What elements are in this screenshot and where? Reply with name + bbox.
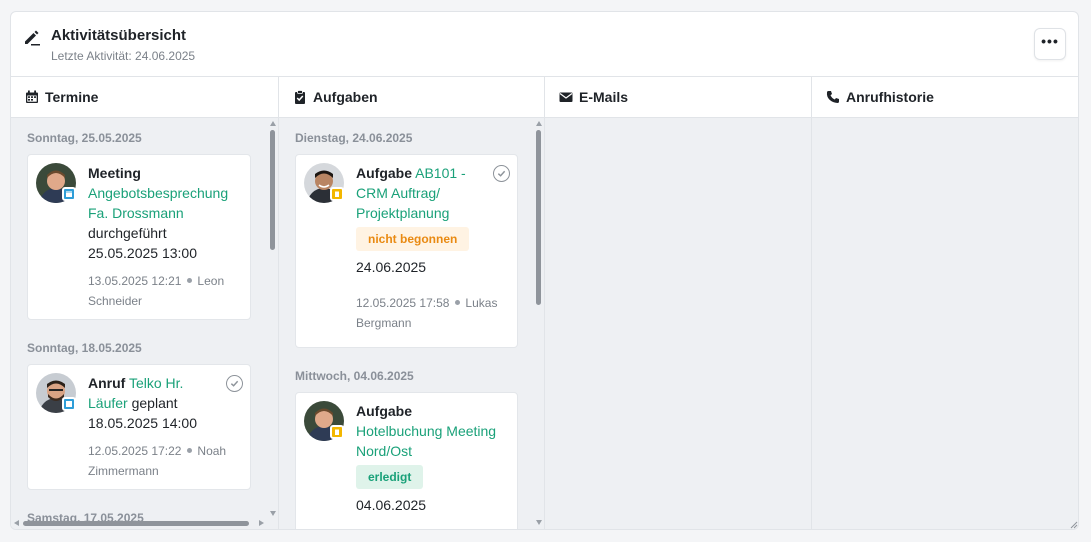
column-aufgaben: Aufgaben Dienstag, 24.06.2025 Aufgabe AB…: [279, 77, 545, 529]
date-group-label: Dienstag, 24.06.2025: [295, 131, 413, 145]
aufgaben-list[interactable]: Dienstag, 24.06.2025 Aufgabe AB101 - CRM…: [279, 118, 544, 529]
activity-type: Meeting: [88, 165, 141, 181]
date-group-label: Mittwoch, 04.06.2025: [295, 369, 414, 383]
column-header-anrufhistorie: Anrufhistorie: [812, 77, 1078, 118]
activity-meta: 12.05.2025 17:22 Noah Zimmermann: [88, 441, 240, 481]
activity-type: Aufgabe: [356, 165, 412, 181]
calls-list[interactable]: [812, 118, 1078, 529]
ellipsis-icon: •••: [1041, 33, 1059, 49]
separator-dot: [455, 300, 461, 305]
list-item[interactable]: Aufgabe Hotelbuchung Meeting Nord/Ost er…: [295, 392, 518, 529]
column-anrufhistorie: Anrufhistorie: [812, 77, 1078, 529]
date-group-label: Sonntag, 25.05.2025: [27, 131, 142, 145]
separator-dot: [187, 278, 193, 283]
status-badge: erledigt: [356, 465, 424, 489]
column-termine: Termine Sonntag, 25.05.2025 Meeting Ange…: [11, 77, 279, 529]
activity-columns: Termine Sonntag, 25.05.2025 Meeting Ange…: [11, 77, 1078, 529]
check-circle-icon[interactable]: [493, 165, 510, 182]
scroll-up-arrow[interactable]: [270, 121, 276, 126]
column-header-aufgaben: Aufgaben: [279, 77, 544, 118]
created-timestamp: 12.05.2025 17:58: [356, 296, 450, 310]
activity-state: durchgeführt: [88, 225, 167, 241]
column-header-termine: Termine: [11, 77, 278, 118]
activity-subject-link[interactable]: Angebotsbesprechung Fa. Drossmann: [88, 183, 240, 223]
termine-list[interactable]: Sonntag, 25.05.2025 Meeting Angebotsbesp…: [11, 118, 278, 529]
card-content: Meeting Angebotsbesprechung Fa. Drossman…: [88, 163, 240, 311]
scroll-up-arrow[interactable]: [536, 121, 542, 126]
card-content: Aufgabe Hotelbuchung Meeting Nord/Ost er…: [356, 401, 507, 515]
column-label: E-Mails: [579, 89, 629, 105]
activity-meta: 12.05.2025 17:58 Lukas Bergmann: [356, 293, 507, 333]
scroll-right-arrow[interactable]: [259, 520, 264, 526]
calendar-icon: [26, 90, 38, 103]
check-circle-icon[interactable]: [226, 375, 243, 392]
created-timestamp: 12.05.2025 17:22: [88, 444, 182, 458]
activity-type: Anruf: [88, 375, 126, 391]
envelope-icon: [559, 92, 573, 102]
vertical-scrollbar[interactable]: [536, 130, 541, 305]
activity-datetime: 25.05.2025 13:00: [88, 245, 197, 261]
column-label: Anrufhistorie: [846, 89, 934, 105]
calendar-badge-icon: [62, 187, 76, 201]
vertical-scrollbar[interactable]: [270, 130, 275, 250]
created-timestamp: 13.05.2025 12:21: [88, 274, 182, 288]
task-badge-icon: [330, 187, 344, 201]
separator-dot: [187, 448, 193, 453]
emails-list[interactable]: [545, 118, 811, 529]
activity-datetime: 18.05.2025 14:00: [88, 415, 197, 431]
activity-meta: 13.05.2025 12:21 Leon Schneider: [88, 271, 240, 311]
scroll-down-arrow[interactable]: [270, 511, 276, 516]
scroll-left-arrow[interactable]: [14, 520, 19, 526]
date-group-label: Sonntag, 18.05.2025: [27, 341, 142, 355]
due-date: 04.06.2025: [356, 497, 427, 513]
activity-panel: Aktivitätsübersicht Letzte Aktivität: 24…: [10, 11, 1079, 530]
column-header-emails: E-Mails: [545, 77, 811, 118]
column-label: Aufgaben: [313, 89, 378, 105]
activity-state: geplant: [131, 395, 178, 411]
phone-icon: [826, 91, 839, 103]
calendar-badge-icon: [62, 397, 76, 411]
panel-header: Aktivitätsübersicht Letzte Aktivität: 24…: [11, 12, 1078, 77]
column-label: Termine: [45, 89, 99, 105]
clipboard-check-icon: [295, 90, 305, 104]
resize-handle-icon[interactable]: [1070, 521, 1078, 529]
status-badge: nicht begonnen: [356, 227, 470, 251]
pen-icon: [25, 30, 40, 46]
list-item[interactable]: Aufgabe AB101 - CRM Auftrag/ Projektplan…: [295, 154, 518, 348]
list-item[interactable]: Meeting Angebotsbesprechung Fa. Drossman…: [27, 154, 251, 320]
activity-subject-link[interactable]: Hotelbuchung Meeting Nord/Ost: [356, 421, 507, 461]
horizontal-scrollbar[interactable]: [23, 521, 249, 526]
last-activity-text: Letzte Aktivität: 24.06.2025: [51, 49, 196, 63]
page-title: Aktivitätsübersicht: [51, 27, 187, 44]
card-content: Anruf Telko Hr. Läufer geplant 18.05.202…: [88, 373, 226, 481]
more-options-button[interactable]: •••: [1034, 28, 1066, 60]
card-content: Aufgabe AB101 - CRM Auftrag/ Projektplan…: [356, 163, 497, 333]
list-item[interactable]: Anruf Telko Hr. Läufer geplant 18.05.202…: [27, 364, 251, 490]
activity-type: Aufgabe: [356, 403, 412, 419]
scroll-down-arrow[interactable]: [536, 520, 542, 525]
due-date: 24.06.2025: [356, 259, 427, 275]
task-badge-icon: [330, 425, 344, 439]
column-emails: E-Mails: [545, 77, 812, 529]
